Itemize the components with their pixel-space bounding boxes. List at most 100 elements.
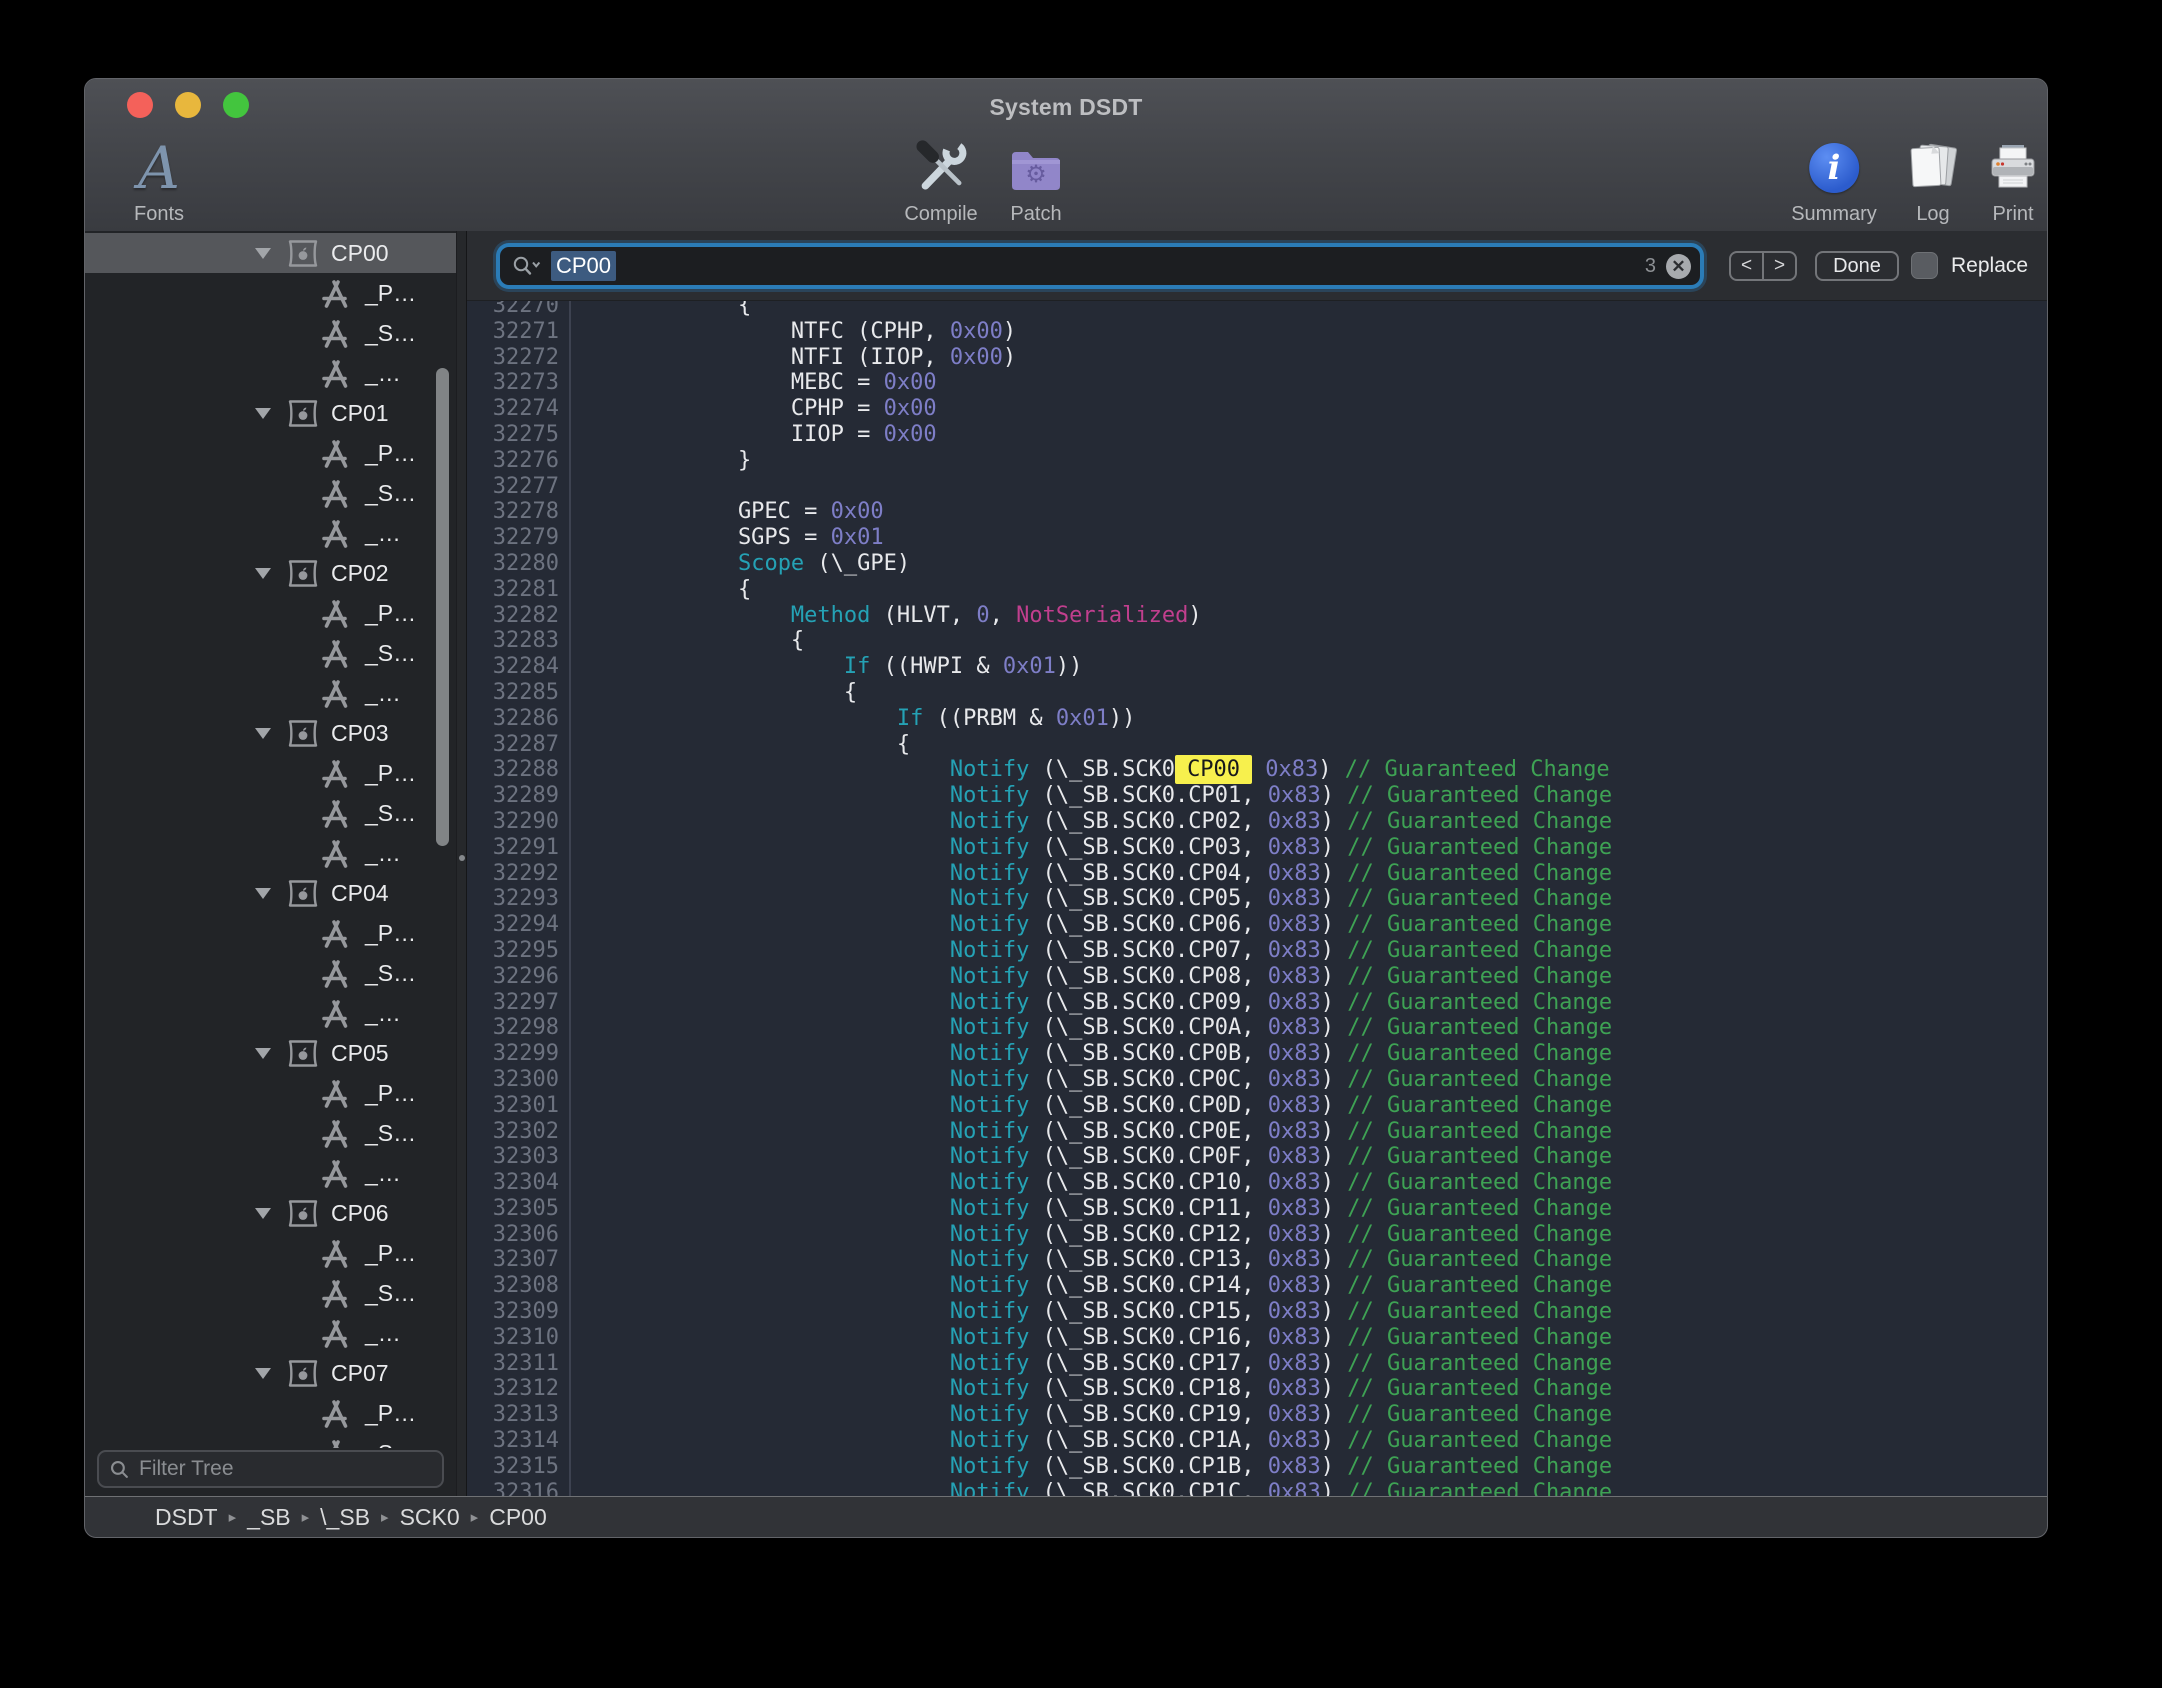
sidebar-subitem[interactable]: _S… [85, 313, 456, 353]
code-line[interactable]: 32290 Notify (\_SB.SCK0.CP02, 0x83) // G… [467, 809, 2047, 835]
code-line[interactable]: 32283 { [467, 628, 2047, 654]
sidebar-subitem[interactable]: _S… [85, 1113, 456, 1153]
sidebar-subitem[interactable]: _… [85, 1313, 456, 1353]
sidebar-subitem[interactable]: _P… [85, 1233, 456, 1273]
code-line[interactable]: 32316 Notify (\_SB.SCK0.CP1C, 0x83) // G… [467, 1480, 2047, 1496]
code-line[interactable]: 32287 { [467, 732, 2047, 758]
code-scroll-area[interactable]: 32270 {32271 NTFC (CPHP, 0x00)32272 NTFI… [467, 301, 2047, 1496]
sidebar-subitem[interactable]: _P… [85, 593, 456, 633]
sidebar-item-cp04[interactable]: CP04 [85, 873, 456, 913]
clear-search-icon[interactable]: ✕ [1666, 254, 1691, 279]
disclosure-triangle-icon[interactable] [255, 1368, 271, 1379]
code-line[interactable]: 32301 Notify (\_SB.SCK0.CP0D, 0x83) // G… [467, 1093, 2047, 1119]
sidebar-scrollbar[interactable] [436, 368, 449, 846]
sidebar-subitem[interactable]: _P… [85, 273, 456, 313]
code-line[interactable]: 32275 IIOP = 0x00 [467, 422, 2047, 448]
find-previous-button[interactable]: < [1731, 253, 1764, 279]
code-line[interactable]: 32309 Notify (\_SB.SCK0.CP15, 0x83) // G… [467, 1299, 2047, 1325]
sidebar-subitem[interactable]: _P… [85, 1073, 456, 1113]
divider-handle[interactable] [459, 855, 465, 861]
code-line[interactable]: 32271 NTFC (CPHP, 0x00) [467, 319, 2047, 345]
search-menu-icon[interactable] [512, 254, 542, 278]
code-line[interactable]: 32288 Notify (\_SB.SCK0CP00 0x83) // Gua… [467, 757, 2047, 783]
sidebar-subitem[interactable]: _… [85, 513, 456, 553]
disclosure-triangle-icon[interactable] [255, 1048, 271, 1059]
code-line[interactable]: 32297 Notify (\_SB.SCK0.CP09, 0x83) // G… [467, 990, 2047, 1016]
code-line[interactable]: 32289 Notify (\_SB.SCK0.CP01, 0x83) // G… [467, 783, 2047, 809]
code-line[interactable]: 32279 SGPS = 0x01 [467, 525, 2047, 551]
code-line[interactable]: 32278 GPEC = 0x00 [467, 499, 2047, 525]
find-input[interactable]: CP00 3 ✕ [500, 247, 1700, 285]
sidebar-subitem[interactable]: _S… [85, 953, 456, 993]
sidebar-subitem[interactable]: _S… [85, 1273, 456, 1313]
code-line[interactable]: 32292 Notify (\_SB.SCK0.CP04, 0x83) // G… [467, 861, 2047, 887]
code-line[interactable]: 32270 { [467, 301, 2047, 319]
code-line[interactable]: 32291 Notify (\_SB.SCK0.CP03, 0x83) // G… [467, 835, 2047, 861]
sidebar-subitem[interactable]: _… [85, 833, 456, 873]
sidebar-item-cp05[interactable]: CP05 [85, 1033, 456, 1073]
code-line[interactable]: 32272 NTFI (IIOP, 0x00) [467, 345, 2047, 371]
disclosure-triangle-icon[interactable] [255, 568, 271, 579]
code-line[interactable]: 32310 Notify (\_SB.SCK0.CP16, 0x83) // G… [467, 1325, 2047, 1351]
code-line[interactable]: 32308 Notify (\_SB.SCK0.CP14, 0x83) // G… [467, 1273, 2047, 1299]
replace-checkbox[interactable] [1911, 252, 1938, 279]
sidebar-subitem[interactable]: _P… [85, 433, 456, 473]
code-line[interactable]: 32314 Notify (\_SB.SCK0.CP1A, 0x83) // G… [467, 1428, 2047, 1454]
breadcrumb-item[interactable]: CP00 [489, 1504, 547, 1531]
sidebar-item-cp06[interactable]: CP06 [85, 1193, 456, 1233]
code-line[interactable]: 32299 Notify (\_SB.SCK0.CP0B, 0x83) // G… [467, 1041, 2047, 1067]
toolbar-compile-button[interactable]: Compile [904, 135, 977, 231]
done-button[interactable]: Done [1815, 251, 1899, 281]
sidebar-item-cp07[interactable]: CP07 [85, 1353, 456, 1393]
sidebar-subitem[interactable]: _S… [85, 793, 456, 833]
sidebar-item-cp01[interactable]: CP01 [85, 393, 456, 433]
toolbar-fonts-button[interactable]: A Fonts [134, 135, 184, 231]
code-line[interactable]: 32296 Notify (\_SB.SCK0.CP08, 0x83) // G… [467, 964, 2047, 990]
toolbar-log-button[interactable]: Log [1904, 135, 1962, 231]
pane-divider[interactable] [456, 231, 467, 1496]
code-line[interactable]: 32303 Notify (\_SB.SCK0.CP0F, 0x83) // G… [467, 1144, 2047, 1170]
code-line[interactable]: 32315 Notify (\_SB.SCK0.CP1B, 0x83) // G… [467, 1454, 2047, 1480]
breadcrumb-item[interactable]: _SB [247, 1504, 290, 1531]
sidebar-subitem[interactable]: _S… [85, 633, 456, 673]
toolbar-patch-button[interactable]: ⚙ Patch [1008, 135, 1064, 231]
code-line[interactable]: 32281 { [467, 577, 2047, 603]
sidebar-item-cp00[interactable]: CP00 [85, 233, 456, 273]
disclosure-triangle-icon[interactable] [255, 248, 271, 259]
sidebar-item-cp02[interactable]: CP02 [85, 553, 456, 593]
code-line[interactable]: 32312 Notify (\_SB.SCK0.CP18, 0x83) // G… [467, 1376, 2047, 1402]
code-line[interactable]: 32274 CPHP = 0x00 [467, 396, 2047, 422]
disclosure-triangle-icon[interactable] [255, 1208, 271, 1219]
breadcrumb-item[interactable]: \_SB [320, 1504, 370, 1531]
titlebar[interactable]: System DSDT [85, 79, 2047, 131]
code-line[interactable]: 32285 { [467, 680, 2047, 706]
toolbar-print-button[interactable]: Print [1985, 135, 2041, 231]
disclosure-triangle-icon[interactable] [255, 408, 271, 419]
code-line[interactable]: 32307 Notify (\_SB.SCK0.CP13, 0x83) // G… [467, 1247, 2047, 1273]
code-line[interactable]: 32282 Method (HLVT, 0, NotSerialized) [467, 603, 2047, 629]
code-line[interactable]: 32280 Scope (\_GPE) [467, 551, 2047, 577]
sidebar-subitem[interactable]: _… [85, 673, 456, 713]
code-line[interactable]: 32311 Notify (\_SB.SCK0.CP17, 0x83) // G… [467, 1351, 2047, 1377]
code-line[interactable]: 32298 Notify (\_SB.SCK0.CP0A, 0x83) // G… [467, 1015, 2047, 1041]
toolbar-summary-button[interactable]: i Summary [1791, 135, 1877, 231]
code-line[interactable]: 32306 Notify (\_SB.SCK0.CP12, 0x83) // G… [467, 1222, 2047, 1248]
sidebar-subitem[interactable]: _P… [85, 913, 456, 953]
code-line[interactable]: 32300 Notify (\_SB.SCK0.CP0C, 0x83) // G… [467, 1067, 2047, 1093]
code-line[interactable]: 32294 Notify (\_SB.SCK0.CP06, 0x83) // G… [467, 912, 2047, 938]
breadcrumb-item[interactable]: DSDT [155, 1504, 218, 1531]
breadcrumb-item[interactable]: SCK0 [400, 1504, 460, 1531]
code-line[interactable]: 32305 Notify (\_SB.SCK0.CP11, 0x83) // G… [467, 1196, 2047, 1222]
disclosure-triangle-icon[interactable] [255, 888, 271, 899]
code-line[interactable]: 32304 Notify (\_SB.SCK0.CP10, 0x83) // G… [467, 1170, 2047, 1196]
sidebar-subitem[interactable]: _S… [85, 1433, 456, 1448]
filter-tree-input[interactable]: Filter Tree [97, 1450, 444, 1488]
code-line[interactable]: 32295 Notify (\_SB.SCK0.CP07, 0x83) // G… [467, 938, 2047, 964]
find-next-button[interactable]: > [1764, 253, 1795, 279]
code-line[interactable]: 32302 Notify (\_SB.SCK0.CP0E, 0x83) // G… [467, 1119, 2047, 1145]
code-line[interactable]: 32286 If ((PRBM & 0x01)) [467, 706, 2047, 732]
sidebar-subitem[interactable]: _… [85, 1153, 456, 1193]
code-line[interactable]: 32313 Notify (\_SB.SCK0.CP19, 0x83) // G… [467, 1402, 2047, 1428]
code-line[interactable]: 32273 MEBC = 0x00 [467, 370, 2047, 396]
sidebar-subitem[interactable]: _P… [85, 1393, 456, 1433]
